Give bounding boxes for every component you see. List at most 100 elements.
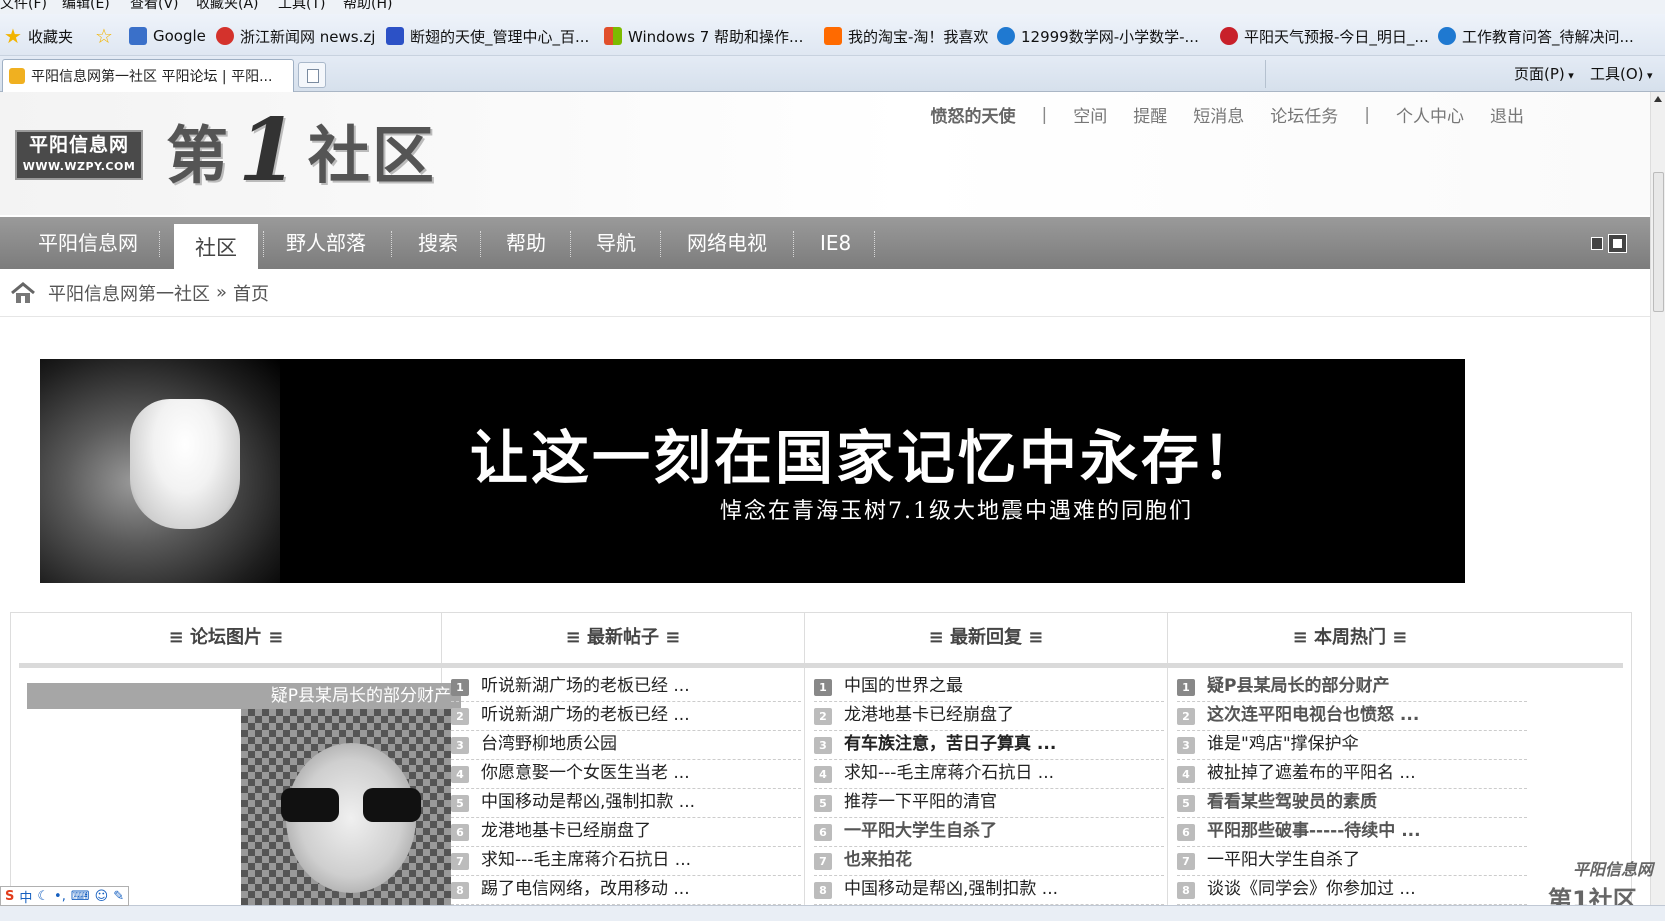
nav-item-help[interactable]: 帮助 [506,217,546,269]
list-item[interactable]: 7 求知---毛主席蒋介石抗日 ... [451,847,801,876]
tab-bar: 平阳信息网第一社区 平阳论坛 | 平阳... 页面(P) 工具(O) [0,56,1665,92]
site-logo[interactable]: 平阳信息网 WWW.WZPY.COM [15,130,143,180]
list-item[interactable]: 3 台湾野柳地质公园 [451,731,801,760]
latest-posts-list: 1 听说新湖广场的老板已经 ... 2 听说新湖广场的老板已经 ... 3 台湾野柳地… [451,673,801,905]
ime-mode[interactable]: 中 [19,887,32,906]
rank-badge: 7 [1177,853,1195,870]
list-item[interactable]: 1 听说新湖广场的老板已经 ... [451,673,801,702]
nav-item-guide[interactable]: 导航 [596,217,636,269]
nav-divider [480,231,481,257]
menu-tools[interactable]: 工具(T) [278,0,325,11]
list-item[interactable]: 6 平阳那些破事-----待续中 ... [1177,818,1527,847]
profile-center-link[interactable]: 个人中心 [1396,102,1464,127]
menu-favorites[interactable]: 收藏夹(A) [196,0,259,11]
list-item[interactable]: 5 看看某些驾驶员的素质 [1177,789,1527,818]
nav-item-tv[interactable]: 网络电视 [687,217,767,269]
list-item[interactable]: 7 也来拍花 [814,847,1164,876]
fav-zj-news[interactable]: 浙江新闻网 news.zj [216,25,375,47]
rank-badge: 1 [1177,679,1195,696]
nav-divider [793,231,794,257]
col-title-latest-posts: ≡ 最新帖子 ≡ [565,627,681,648]
fav-windows7[interactable]: Windows 7 帮助和操作... [604,25,803,47]
nav-item-search[interactable]: 搜索 [418,217,458,269]
moon-icon[interactable]: ☾ [37,889,49,904]
page-viewport: 平阳信息网 WWW.WZPY.COM 第 1 社区 愤怒的天使 | 空间 提醒 … [0,92,1650,905]
candle-image [130,399,240,529]
list-item[interactable]: 4 被扯掉了遮羞布的平阳名 ... [1177,760,1527,789]
add-favorite-button[interactable]: ☆ [95,24,113,48]
list-item[interactable]: 2 龙港地基卡已经崩盘了 [814,702,1164,731]
keyboard-icon[interactable]: ⌨ [71,889,90,904]
banner-headline: 让这一刻在国家记忆中永存！ [470,424,1264,492]
notices-link[interactable]: 提醒 [1133,102,1167,127]
scroll-up-icon[interactable] [1654,96,1662,102]
nav-divider [874,231,875,257]
list-item[interactable]: 6 一平阳大学生自杀了 [814,818,1164,847]
favorites-button[interactable]: ★ 收藏夹 [4,24,73,48]
menu-edit[interactable]: 编辑(E) [62,0,110,11]
list-item[interactable]: 2 听说新湖广场的老板已经 ... [451,702,801,731]
fav-taobao[interactable]: 我的淘宝-淘！我喜欢 [824,25,988,47]
fav-google[interactable]: Google [129,25,206,47]
width-toggle[interactable] [1591,234,1627,253]
list-item[interactable]: 5 推荐一下平阳的清官 [814,789,1164,818]
menu-file[interactable]: 文件(F) [0,0,47,11]
home-icon[interactable] [10,281,36,304]
tasks-link[interactable]: 论坛任务 [1270,102,1338,127]
rank-badge: 1 [814,679,832,696]
list-item[interactable]: 2 这次连平阳电视台也愤怒 ... [1177,702,1527,731]
rank-badge: 8 [1177,882,1195,899]
scroll-thumb[interactable] [1653,172,1664,312]
space-link[interactable]: 空间 [1073,102,1107,127]
list-item[interactable]: 1 疑P县某局长的部分财产 [1177,673,1527,702]
punctuation-icon[interactable]: •, [54,889,66,904]
messages-link[interactable]: 短消息 [1193,102,1244,127]
list-item[interactable]: 8 踢了电信网络，改用移动 ... [451,876,801,905]
menu-help[interactable]: 帮助(H) [343,0,392,11]
weekly-hot-list: 1 疑P县某局长的部分财产 2 这次连平阳电视台也愤怒 ... 3 谁是"鸡店"撑保护… [1177,673,1527,905]
browser-menubar: 文件(F) 编辑(E) 查看(V) 收藏夹(A) 工具(T) 帮助(H) [0,0,1665,14]
username-link[interactable]: 愤怒的天使 [931,102,1016,127]
new-tab-button[interactable] [298,62,326,88]
tools-menu-button[interactable]: 工具(O) [1590,63,1653,84]
wrench-icon[interactable]: ✎ [113,889,124,904]
rank-badge: 6 [451,824,469,841]
menu-view[interactable]: 查看(V) [130,0,179,11]
list-item[interactable]: 3 有车族注意，苦日子算真 ... [814,731,1164,760]
page-menu-button[interactable]: 页面(P) [1514,63,1574,84]
list-item[interactable]: 3 谁是"鸡店"撑保护伞 [1177,731,1527,760]
list-item[interactable]: 4 求知---毛主席蒋介石抗日 ... [814,760,1164,789]
picture-caption[interactable]: 疑P县某局长的部分财产 [27,683,461,709]
memorial-banner[interactable]: 让这一刻在国家记忆中永存！ 悼念在青海玉树7.1级大地震中遇难的同胞们 [40,359,1465,583]
breadcrumb-home[interactable]: 平阳信息网第一社区 [48,280,210,306]
list-item[interactable]: 1 中国的世界之最 [814,673,1164,702]
nav-item-tribe[interactable]: 野人部落 [286,217,366,269]
google-icon [129,27,147,45]
list-item[interactable]: 4 你愿意娶一个女医生当老 ... [451,760,801,789]
nav-item-community[interactable]: 社区 [174,224,258,269]
list-item[interactable]: 5 中国移动是帮凶,强制扣款 ... [451,789,801,818]
narrow-width-icon[interactable] [1591,237,1603,250]
page-scrollbar[interactable] [1650,92,1665,905]
windows-icon [604,27,622,45]
logout-link[interactable]: 退出 [1490,102,1524,127]
list-item[interactable]: 6 龙港地基卡已经崩盘了 [451,818,801,847]
breadcrumb: 平阳信息网第一社区 » 首页 [0,269,1650,317]
wide-width-icon[interactable] [1608,234,1627,253]
ime-toolbar[interactable]: S 中 ☾ •, ⌨ ☺ ✎ [0,886,130,906]
nav-item-home[interactable]: 平阳信息网 [38,217,138,269]
fav-edu-qa[interactable]: 工作教育问答_待解决问... [1438,25,1634,47]
list-item[interactable]: 7 一平阳大学生自杀了 [1177,847,1527,876]
fav-weather[interactable]: 平阳天气预报-今日_明日_... [1220,25,1429,47]
nav-item-ie8[interactable]: IE8 [820,217,851,269]
rank-badge: 3 [1177,737,1195,754]
user-icon[interactable]: ☺ [95,889,109,904]
list-item[interactable]: 8 谈谈《同学会》你参加过 ... [1177,876,1527,905]
fav-baidu[interactable]: 断翅的天使_管理中心_百... [386,25,589,47]
list-item[interactable]: 8 中国移动是帮凶,强制扣款 ... [814,876,1164,905]
latest-replies-list: 1 中国的世界之最 2 龙港地基卡已经崩盘了 3 有车族注意，苦日子算真 ... 4求… [814,673,1164,905]
fav-12999[interactable]: 12999数学网-小学数学-... [997,25,1199,47]
tab-forum[interactable]: 平阳信息网第一社区 平阳论坛 | 平阳... [2,59,294,92]
usernav-separator: | [1364,104,1370,125]
rank-badge: 2 [1177,708,1195,725]
